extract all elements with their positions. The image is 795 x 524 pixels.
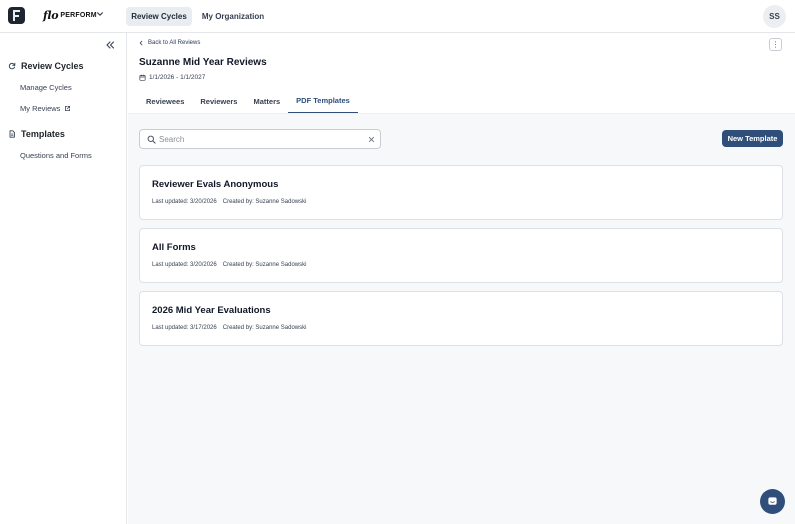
tab-reviewers[interactable]: Reviewers xyxy=(192,89,245,113)
sidebar-section-label: Review Cycles xyxy=(21,61,84,71)
template-card[interactable]: All Forms Last updated: 3/20/2026 Create… xyxy=(139,228,783,283)
template-name: Reviewer Evals Anonymous xyxy=(152,179,279,190)
date-range: 1/1/2026 - 1/1/2027 xyxy=(139,74,205,81)
back-link-label: Back to All Reviews xyxy=(148,40,201,46)
user-avatar[interactable]: SS xyxy=(763,5,786,28)
template-meta: Last updated: 3/20/2026 Created by: Suza… xyxy=(152,262,306,268)
templates-content: New Template Reviewer Evals Anonymous La… xyxy=(128,114,795,524)
brand-word: PERFORM xyxy=(60,12,97,19)
template-created-by: Created by: Suzanne Sadowski xyxy=(222,325,307,331)
sidebar-section-label: Templates xyxy=(21,129,65,139)
brand-script: flo xyxy=(43,9,59,22)
template-created-by: Created by: Suzanne Sadowski xyxy=(222,262,307,268)
template-card[interactable]: Reviewer Evals Anonymous Last updated: 3… xyxy=(139,165,783,220)
brand-logo[interactable]: flo PERFORM xyxy=(43,9,97,22)
search-input[interactable] xyxy=(159,132,359,146)
collapse-sidebar-icon[interactable] xyxy=(105,40,115,50)
external-link-icon xyxy=(65,106,71,111)
sidebar-item-manage-cycles[interactable]: Manage Cycles xyxy=(20,83,72,92)
sidebar-section-templates[interactable]: Templates xyxy=(8,129,65,139)
chevron-down-icon[interactable] xyxy=(96,10,104,18)
new-template-button[interactable]: New Template xyxy=(722,130,783,147)
app-logo-icon[interactable] xyxy=(8,7,25,24)
sidebar: Review Cycles Manage Cycles My Reviews T… xyxy=(0,33,127,524)
clear-search-icon[interactable] xyxy=(368,136,375,143)
nav-tab-review-cycles[interactable]: Review Cycles xyxy=(126,7,192,26)
sidebar-item-label: Manage Cycles xyxy=(20,83,72,92)
template-last-updated: Last updated: 3/20/2026 xyxy=(152,262,217,268)
chat-icon xyxy=(768,497,777,505)
template-meta: Last updated: 3/17/2026 Created by: Suza… xyxy=(152,325,306,331)
calendar-icon xyxy=(139,74,146,81)
top-bar: flo PERFORM Review Cycles My Organizatio… xyxy=(0,0,795,33)
back-to-all-reviews-link[interactable]: Back to All Reviews xyxy=(138,40,200,46)
date-range-text: 1/1/2026 - 1/1/2027 xyxy=(149,74,206,81)
chat-launcher-button[interactable] xyxy=(760,489,785,514)
template-created-by: Created by: Suzanne Sadowski xyxy=(222,199,307,205)
template-name: 2026 Mid Year Evaluations xyxy=(152,305,271,316)
more-options-button[interactable] xyxy=(769,38,782,51)
template-card[interactable]: 2026 Mid Year Evaluations Last updated: … xyxy=(139,291,783,346)
sidebar-item-questions-and-forms[interactable]: Questions and Forms xyxy=(20,151,92,160)
refresh-icon xyxy=(8,62,16,70)
template-last-updated: Last updated: 3/17/2026 xyxy=(152,325,217,331)
template-name: All Forms xyxy=(152,242,196,253)
sidebar-section-review-cycles[interactable]: Review Cycles xyxy=(8,61,84,71)
template-meta: Last updated: 3/20/2026 Created by: Suza… xyxy=(152,199,306,205)
sidebar-item-label: Questions and Forms xyxy=(20,151,92,160)
sidebar-item-my-reviews[interactable]: My Reviews xyxy=(20,104,71,113)
sidebar-item-label: My Reviews xyxy=(20,104,61,113)
search-icon xyxy=(147,135,156,144)
kebab-menu-icon xyxy=(774,43,777,46)
page-header: Back to All Reviews Suzanne Mid Year Rev… xyxy=(128,33,795,114)
template-last-updated: Last updated: 3/20/2026 xyxy=(152,199,217,205)
nav-tab-my-organization[interactable]: My Organization xyxy=(196,7,270,26)
search-box[interactable] xyxy=(139,129,381,149)
tab-reviewees[interactable]: Reviewees xyxy=(138,89,192,113)
chevron-left-icon xyxy=(139,40,143,46)
tab-pdf-templates[interactable]: PDF Templates xyxy=(288,89,358,113)
tab-matters[interactable]: Matters xyxy=(245,89,288,113)
review-tabs: Reviewees Reviewers Matters PDF Template… xyxy=(138,89,358,114)
document-icon xyxy=(9,130,15,138)
page-title: Suzanne Mid Year Reviews xyxy=(139,57,267,68)
